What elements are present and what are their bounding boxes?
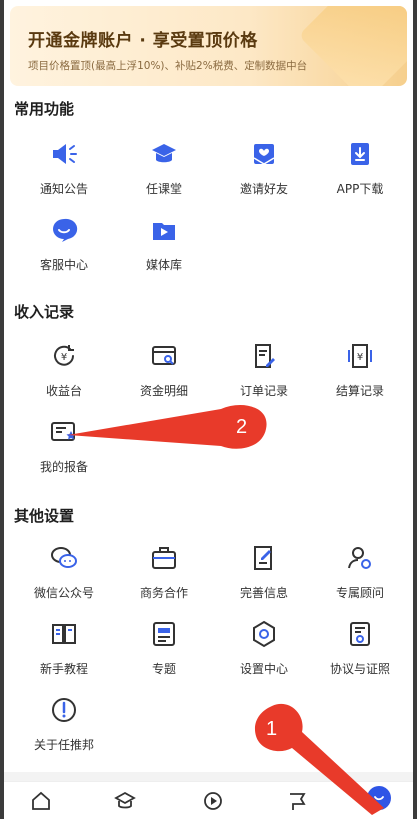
grid-item-tutorial[interactable]: 新手教程 xyxy=(16,616,112,686)
grid-label: 微信公众号 xyxy=(33,586,94,600)
grid-item-settlement-records[interactable]: ¥ 结算记录 xyxy=(312,338,408,408)
grid-label: 专题 xyxy=(151,662,176,676)
grid-label: 邀请好友 xyxy=(239,182,288,196)
document-edit-icon xyxy=(246,338,282,374)
banner-decoration xyxy=(298,6,407,86)
grid-item-app-download[interactable]: APP下载 xyxy=(312,136,408,206)
settings-hex-icon xyxy=(246,616,282,652)
yuan-receipt-icon: ¥ xyxy=(342,338,378,374)
grid-label: APP下载 xyxy=(336,182,384,196)
grid-label: 任课堂 xyxy=(145,182,182,196)
banner-subtitle: 项目价格置顶(最高上浮10%)、补贴2%税费、定制数据中台 xyxy=(28,60,308,72)
grid-label: 媒体库 xyxy=(145,258,182,272)
phone-screen: 开通金牌账户 · 享受置顶价格 项目价格置顶(最高上浮10%)、补贴2%税费、定… xyxy=(4,0,413,819)
briefcase-icon xyxy=(146,540,182,576)
grid-label: 客服中心 xyxy=(39,258,88,272)
banner-title: 开通金牌账户 · 享受置顶价格 xyxy=(28,31,258,51)
grid-label: 商务合作 xyxy=(139,586,188,600)
gold-account-banner[interactable]: 开通金牌账户 · 享受置顶价格 项目价格置顶(最高上浮10%)、补贴2%税费、定… xyxy=(10,6,407,86)
book-icon xyxy=(46,616,82,652)
grid-label: 结算记录 xyxy=(335,384,384,398)
grid-label: 设置中心 xyxy=(239,662,288,676)
grid-label: 新手教程 xyxy=(39,662,88,676)
info-icon xyxy=(46,692,82,728)
section-title-common: 常用功能 xyxy=(14,100,75,118)
play-icon[interactable] xyxy=(200,788,226,814)
grid-label: 关于任推邦 xyxy=(33,738,94,752)
wechat-icon xyxy=(46,540,82,576)
svg-text:¥: ¥ xyxy=(61,352,67,363)
grid-label: 资金明细 xyxy=(139,384,188,398)
invite-envelope-icon xyxy=(246,136,282,172)
grid-item-notice[interactable]: 通知公告 xyxy=(16,136,112,206)
grid-item-invite[interactable]: 邀请好友 xyxy=(216,136,312,206)
grid-item-fund-details[interactable]: 资金明细 xyxy=(116,338,212,408)
card-search-icon xyxy=(146,338,182,374)
svg-text:¥: ¥ xyxy=(357,352,363,363)
topic-icon xyxy=(146,616,182,652)
grid-item-agreements[interactable]: 协议与证照 xyxy=(312,616,408,686)
grid-item-consultant[interactable]: 专属顾问 xyxy=(312,540,408,610)
grid-item-course[interactable]: 任课堂 xyxy=(116,136,212,206)
grid-label: 我的报备 xyxy=(39,460,88,474)
grid-item-settings[interactable]: 设置中心 xyxy=(216,616,312,686)
download-icon xyxy=(342,136,378,172)
chat-smile-icon xyxy=(46,212,82,248)
annotation-number-1: 1 xyxy=(266,718,278,740)
course-icon[interactable] xyxy=(112,788,138,814)
grid-item-order-records[interactable]: 订单记录 xyxy=(216,338,312,408)
grid-label: 完善信息 xyxy=(239,586,288,600)
grid-item-business[interactable]: 商务合作 xyxy=(116,540,212,610)
annotation-number-2: 2 xyxy=(236,416,248,438)
graduation-cap-icon xyxy=(146,136,182,172)
grid-item-wechat[interactable]: 微信公众号 xyxy=(16,540,112,610)
grid-label: 专属顾问 xyxy=(335,586,384,600)
media-folder-icon xyxy=(146,212,182,248)
consultant-icon xyxy=(342,540,378,576)
grid-label: 订单记录 xyxy=(239,384,288,398)
grid-item-complete-info[interactable]: 完善信息 xyxy=(216,540,312,610)
megaphone-icon xyxy=(46,136,82,172)
section-title-other: 其他设置 xyxy=(14,507,75,525)
grid-item-about[interactable]: 关于任推邦 xyxy=(16,692,112,762)
yuan-refresh-icon: ¥ xyxy=(46,338,82,374)
grid-item-earnings[interactable]: ¥ 收益台 xyxy=(16,338,112,408)
home-icon[interactable] xyxy=(28,788,54,814)
grid-label: 协议与证照 xyxy=(329,662,390,676)
grid-label: 收益台 xyxy=(45,384,82,398)
grid-item-media-library[interactable]: 媒体库 xyxy=(116,212,212,282)
certificate-icon xyxy=(342,616,378,652)
grid-item-customer-service[interactable]: 客服中心 xyxy=(16,212,112,282)
grid-item-topic[interactable]: 专题 xyxy=(116,616,212,686)
edit-info-icon xyxy=(246,540,282,576)
section-title-income: 收入记录 xyxy=(14,303,75,321)
grid-label: 通知公告 xyxy=(39,182,88,196)
